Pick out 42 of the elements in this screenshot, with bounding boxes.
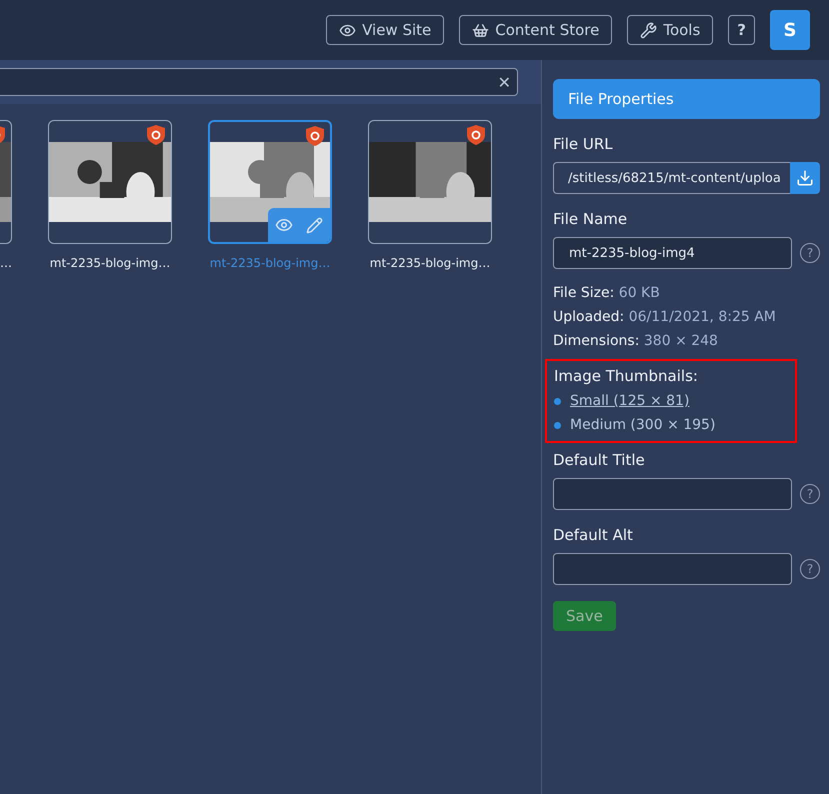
help-button[interactable]: ?	[800, 559, 820, 579]
file-name: mt-2235-blog-img…	[210, 256, 330, 270]
input-field[interactable]	[553, 478, 792, 510]
shield-icon	[147, 125, 165, 145]
toolbar-button[interactable]: View Site	[326, 15, 444, 45]
section-label: Image Thumbnails:	[554, 367, 699, 385]
toolbar-button[interactable]: Content Store	[459, 15, 612, 45]
download-button[interactable]	[790, 162, 820, 194]
file-name: mt-2235-blog-img…	[50, 256, 170, 270]
bullet-dot	[554, 422, 561, 428]
field-label: Default Title	[553, 451, 646, 469]
help-button[interactable]: ?	[800, 243, 820, 263]
toolbar-button[interactable]: Tools	[627, 15, 714, 45]
wrench-icon	[640, 22, 658, 38]
input-field[interactable]: mt-2235-blog-img4	[553, 237, 792, 269]
file-card[interactable]	[208, 120, 332, 244]
thumbnail-link[interactable]: Small (125 × 81)	[570, 393, 690, 409]
download-icon	[796, 169, 814, 187]
input-field[interactable]	[553, 553, 792, 585]
pencil-icon[interactable]	[306, 216, 324, 234]
help-button[interactable]: ?	[728, 15, 755, 45]
clear-button[interactable]: ✕	[498, 72, 511, 92]
shield-icon	[306, 126, 324, 146]
info-text: Uploaded: 06/11/2021, 8:25 AM	[553, 309, 777, 325]
thumbnail-text: Medium (300 × 195)	[570, 417, 716, 433]
bullet-dot	[554, 398, 561, 404]
basket-icon	[472, 22, 490, 38]
file-card[interactable]	[48, 120, 172, 244]
file-name: mt-2235-blog-img…	[370, 256, 490, 270]
field-label: File URL	[553, 135, 614, 153]
panel-title: File Properties	[553, 79, 820, 119]
field-label: File Name	[553, 210, 628, 228]
info-text: File Size: 60 KB	[553, 285, 661, 301]
info-text: Dimensions: 380 × 248	[553, 333, 719, 349]
help-button[interactable]: ?	[800, 484, 820, 504]
search-field[interactable]: ✕	[0, 68, 518, 96]
shield-icon	[467, 125, 485, 145]
file-name: …	[0, 256, 12, 270]
eye-icon[interactable]	[274, 216, 293, 234]
field-label: Default Alt	[553, 526, 634, 544]
url-field[interactable]: /stitless/68215/mt-content/uploa	[553, 162, 790, 194]
file-card[interactable]	[368, 120, 492, 244]
